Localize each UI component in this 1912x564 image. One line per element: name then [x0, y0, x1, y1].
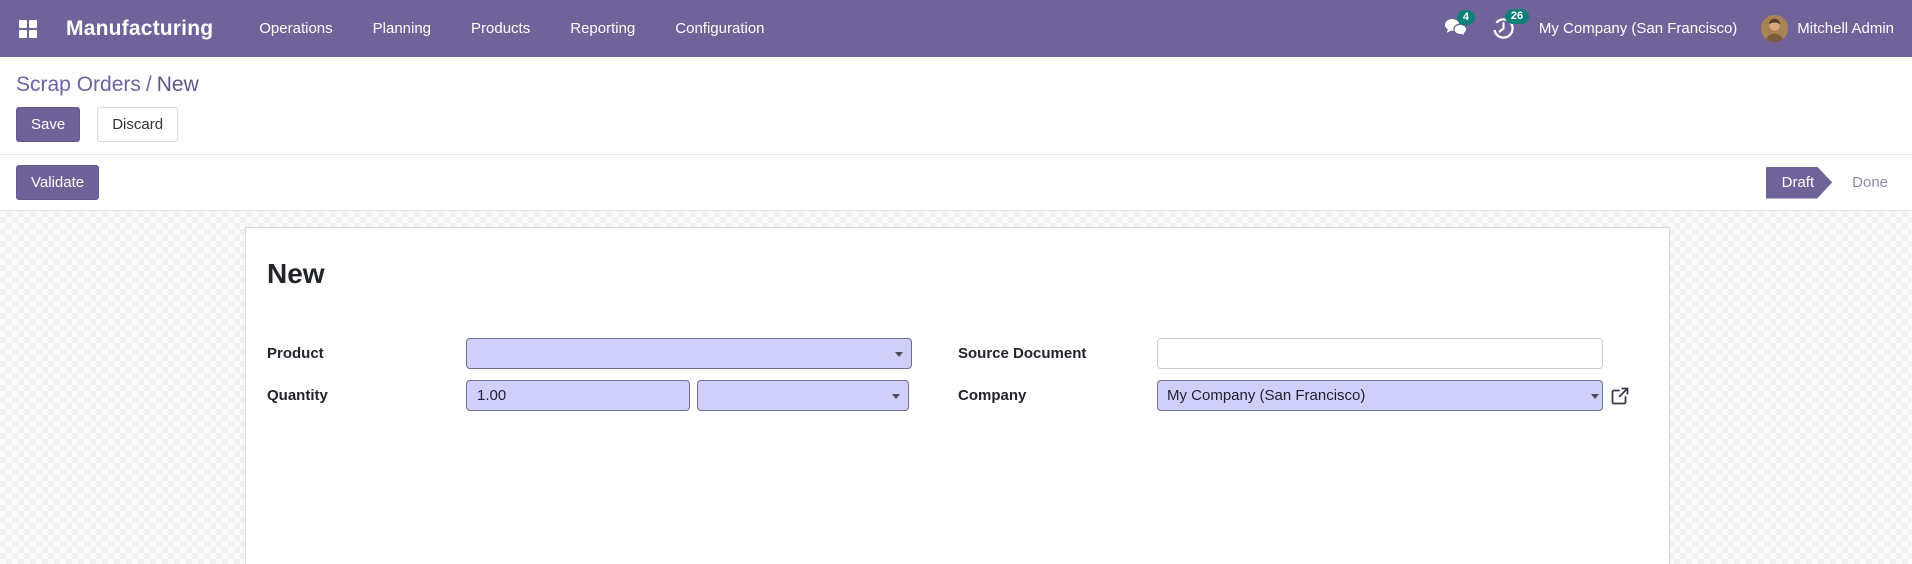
main-menu: Operations Planning Products Reporting C… [239, 0, 784, 57]
form-sheet: New Product Quantity [245, 227, 1670, 564]
app-title[interactable]: Manufacturing [66, 17, 213, 41]
product-label: Product [267, 345, 466, 362]
status-draft[interactable]: Draft [1766, 167, 1833, 199]
breadcrumb-current: New [157, 73, 199, 96]
save-button[interactable]: Save [16, 107, 80, 142]
control-panel-buttons: Save Discard [16, 107, 1896, 142]
quantity-row: Quantity [267, 380, 912, 411]
user-avatar [1761, 15, 1788, 42]
user-menu[interactable]: Mitchell Admin [1761, 15, 1894, 42]
source-document-input[interactable] [1157, 338, 1603, 369]
form-column-left: Product Quantity [267, 338, 912, 422]
breadcrumb-scrap-orders[interactable]: Scrap Orders [16, 73, 141, 96]
uom-input[interactable] [697, 380, 909, 411]
menu-products[interactable]: Products [451, 0, 550, 57]
quantity-label: Quantity [267, 387, 466, 404]
menu-planning[interactable]: Planning [353, 0, 451, 57]
grid-icon [18, 19, 38, 39]
systray: 4 26 My Company (San Francisco) Mitchell… [1444, 15, 1894, 42]
activities-button[interactable]: 26 [1492, 17, 1515, 40]
product-input[interactable] [466, 338, 912, 369]
form-view-background: New Product Quantity [0, 211, 1912, 564]
menu-configuration[interactable]: Configuration [655, 0, 784, 57]
company-field-wrap [1157, 380, 1630, 411]
status-pipeline: Draft Done [1766, 167, 1896, 199]
validate-button[interactable]: Validate [16, 165, 99, 200]
company-input[interactable] [1157, 380, 1603, 411]
breadcrumb-separator: / [141, 73, 157, 96]
form-column-right: Source Document Company [958, 338, 1603, 422]
source-document-field-wrap [1157, 338, 1603, 369]
source-document-label: Source Document [958, 345, 1157, 362]
company-label: Company [958, 387, 1157, 404]
product-field-wrap [466, 338, 912, 369]
activities-badge: 26 [1505, 9, 1529, 24]
status-done[interactable]: Done [1832, 174, 1896, 191]
source-document-row: Source Document [958, 338, 1603, 369]
messages-badge: 4 [1457, 10, 1475, 25]
messages-button[interactable]: 4 [1444, 18, 1468, 39]
quantity-field-wrap [466, 380, 909, 411]
discard-button[interactable]: Discard [97, 107, 178, 142]
company-external-link-button[interactable] [1610, 386, 1630, 406]
control-panel: Scrap Orders/New Save Discard [0, 57, 1912, 155]
breadcrumb: Scrap Orders/New [16, 71, 1896, 99]
record-title: New [267, 258, 1621, 290]
company-switcher[interactable]: My Company (San Francisco) [1539, 20, 1737, 37]
form-grid: Product Quantity [267, 338, 1621, 422]
menu-operations[interactable]: Operations [239, 0, 352, 57]
company-row: Company [958, 380, 1603, 411]
quantity-input[interactable] [466, 380, 690, 411]
product-row: Product [267, 338, 912, 369]
menu-reporting[interactable]: Reporting [550, 0, 655, 57]
external-link-icon [1610, 386, 1630, 406]
top-navbar: Manufacturing Operations Planning Produc… [0, 0, 1912, 57]
user-name: Mitchell Admin [1797, 20, 1894, 37]
apps-menu-icon[interactable] [16, 17, 40, 41]
form-statusbar: Validate Draft Done [0, 155, 1912, 211]
